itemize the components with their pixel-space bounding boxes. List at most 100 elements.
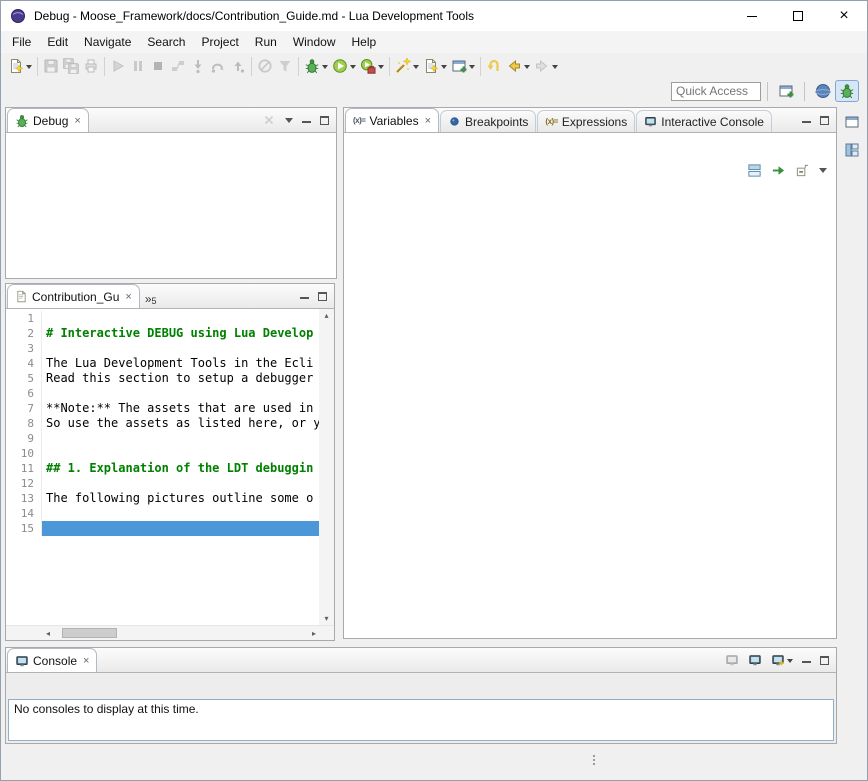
save-all-button[interactable] bbox=[61, 54, 81, 78]
tab-contribution-guide[interactable]: Contribution_Gu × bbox=[7, 284, 140, 308]
scroll-up-icon[interactable]: ▴ bbox=[324, 311, 328, 320]
remove-all-terminated-icon[interactable] bbox=[262, 113, 276, 127]
variables-maximize-icon[interactable] bbox=[820, 116, 829, 125]
tab-console-close-icon[interactable]: × bbox=[83, 655, 89, 667]
open-wizard-button[interactable] bbox=[449, 54, 477, 78]
menu-navigate[interactable]: Navigate bbox=[76, 33, 139, 51]
console-output-area[interactable]: No consoles to display at this time. bbox=[8, 699, 834, 741]
collapse-all-icon[interactable] bbox=[795, 163, 810, 178]
hidden-editors-indicator[interactable]: »5 bbox=[140, 292, 162, 308]
editor-view-controls bbox=[300, 284, 334, 308]
horizontal-scroll-thumb[interactable] bbox=[62, 628, 117, 638]
display-selected-console-icon[interactable] bbox=[748, 653, 762, 667]
editor-horizontal-scrollbar[interactable]: ◂ ▸ bbox=[6, 625, 334, 640]
debug-view-content[interactable] bbox=[6, 132, 336, 278]
tab-contribution-guide-close-icon[interactable]: × bbox=[125, 291, 131, 303]
sash-grip[interactable] bbox=[593, 755, 595, 765]
tab-console[interactable]: Console × bbox=[7, 648, 97, 672]
print-button[interactable] bbox=[81, 54, 101, 78]
scroll-down-icon[interactable]: ▾ bbox=[324, 614, 328, 623]
tab-variables-close-icon[interactable]: × bbox=[425, 115, 431, 127]
tab-debug[interactable]: Debug × bbox=[7, 108, 89, 132]
debug-button[interactable] bbox=[302, 54, 330, 78]
editor-line: 11## 1. Explanation of the LDT debuggin bbox=[6, 461, 319, 476]
maximize-window-button[interactable] bbox=[775, 1, 821, 31]
menu-window[interactable]: Window bbox=[285, 33, 344, 51]
tab-interactive-console[interactable]: Interactive Console bbox=[636, 110, 772, 132]
scroll-right-icon[interactable]: ▸ bbox=[312, 629, 316, 638]
debug-view-menu-icon[interactable] bbox=[285, 118, 293, 127]
minimize-window-button[interactable] bbox=[729, 1, 775, 31]
editor-maximize-icon[interactable] bbox=[318, 292, 327, 301]
save-button[interactable] bbox=[41, 54, 61, 78]
step-return-button[interactable] bbox=[228, 54, 248, 78]
close-window-button[interactable]: × bbox=[821, 1, 867, 31]
resume-button[interactable] bbox=[108, 54, 128, 78]
scroll-left-icon[interactable]: ◂ bbox=[46, 629, 50, 638]
editor-vertical-scrollbar[interactable]: ▴ ▾ bbox=[319, 309, 334, 625]
forward-dropdown-icon bbox=[552, 65, 558, 72]
show-logical-structures-icon[interactable] bbox=[771, 163, 786, 178]
debug-view: Debug × bbox=[5, 107, 337, 279]
editor-text-area[interactable]: 1 2# Interactive DEBUG using Lua Develop… bbox=[6, 309, 334, 625]
debug-view-maximize-icon[interactable] bbox=[320, 116, 329, 125]
variables-minimize-icon[interactable] bbox=[802, 117, 811, 123]
forward-button[interactable] bbox=[532, 54, 560, 78]
open-perspective-button[interactable] bbox=[774, 80, 798, 102]
editor-line: 6 bbox=[6, 386, 319, 401]
line-number: 11 bbox=[6, 461, 42, 476]
debug-dropdown-icon bbox=[322, 65, 328, 72]
back-button[interactable] bbox=[504, 54, 532, 78]
step-into-button[interactable] bbox=[188, 54, 208, 78]
tab-expressions[interactable]: (x)= Expressions bbox=[537, 110, 635, 132]
menu-edit[interactable]: Edit bbox=[39, 33, 76, 51]
debug-view-minimize-icon[interactable] bbox=[302, 117, 311, 123]
variables-view-menu-icon[interactable] bbox=[819, 168, 827, 177]
back-arrow-icon bbox=[506, 58, 522, 74]
menubar: File Edit Navigate Search Project Run Wi… bbox=[1, 31, 867, 53]
last-edit-location-button[interactable] bbox=[484, 54, 504, 78]
tab-breakpoints[interactable]: Breakpoints bbox=[440, 110, 536, 132]
quick-access-input[interactable] bbox=[671, 82, 761, 101]
toolbar-separator bbox=[251, 57, 252, 76]
menu-project[interactable]: Project bbox=[193, 33, 246, 51]
lua-perspective-icon bbox=[815, 83, 831, 99]
suspend-button[interactable] bbox=[128, 54, 148, 78]
tab-debug-close-icon[interactable]: × bbox=[74, 115, 80, 127]
new-lua-wizard-button[interactable] bbox=[421, 54, 449, 78]
tab-variables[interactable]: (x)= Variables × bbox=[345, 108, 439, 132]
lua-perspective-button[interactable] bbox=[811, 80, 835, 102]
pin-console-icon[interactable] bbox=[725, 653, 739, 667]
line-number: 12 bbox=[6, 476, 42, 491]
editor-minimize-icon[interactable] bbox=[300, 293, 309, 299]
variables-view-content[interactable] bbox=[344, 132, 836, 638]
menu-run[interactable]: Run bbox=[247, 33, 285, 51]
console-maximize-icon[interactable] bbox=[820, 656, 829, 665]
debug-bug-icon bbox=[304, 58, 320, 74]
minimized-view-icon bbox=[844, 142, 860, 158]
line-number: 2 bbox=[6, 326, 42, 341]
menu-file[interactable]: File bbox=[4, 33, 39, 51]
new-button[interactable] bbox=[6, 54, 34, 78]
variables-toolbar bbox=[344, 158, 836, 182]
show-type-names-icon[interactable] bbox=[747, 163, 762, 178]
terminate-button[interactable] bbox=[148, 54, 168, 78]
menu-help[interactable]: Help bbox=[344, 33, 385, 51]
external-tools-button[interactable] bbox=[358, 54, 386, 78]
line-text: Read this section to setup a debugger bbox=[42, 371, 319, 386]
open-console-button[interactable] bbox=[771, 653, 793, 667]
lua-attach-button[interactable] bbox=[393, 54, 421, 78]
debug-perspective-button[interactable] bbox=[835, 80, 859, 102]
step-over-button[interactable] bbox=[208, 54, 228, 78]
use-step-filters-button[interactable] bbox=[275, 54, 295, 78]
run-button[interactable] bbox=[330, 54, 358, 78]
menu-search[interactable]: Search bbox=[139, 33, 193, 51]
console-minimize-icon[interactable] bbox=[802, 657, 811, 663]
skip-all-breakpoints-button[interactable] bbox=[255, 54, 275, 78]
disconnect-button[interactable] bbox=[168, 54, 188, 78]
disconnect-icon bbox=[170, 58, 186, 74]
line-number: 15 bbox=[6, 521, 42, 536]
minimized-view-button[interactable] bbox=[841, 139, 863, 161]
restore-minimized-view-button[interactable] bbox=[841, 111, 863, 133]
editor-tabbar: Contribution_Gu × »5 bbox=[6, 284, 334, 308]
